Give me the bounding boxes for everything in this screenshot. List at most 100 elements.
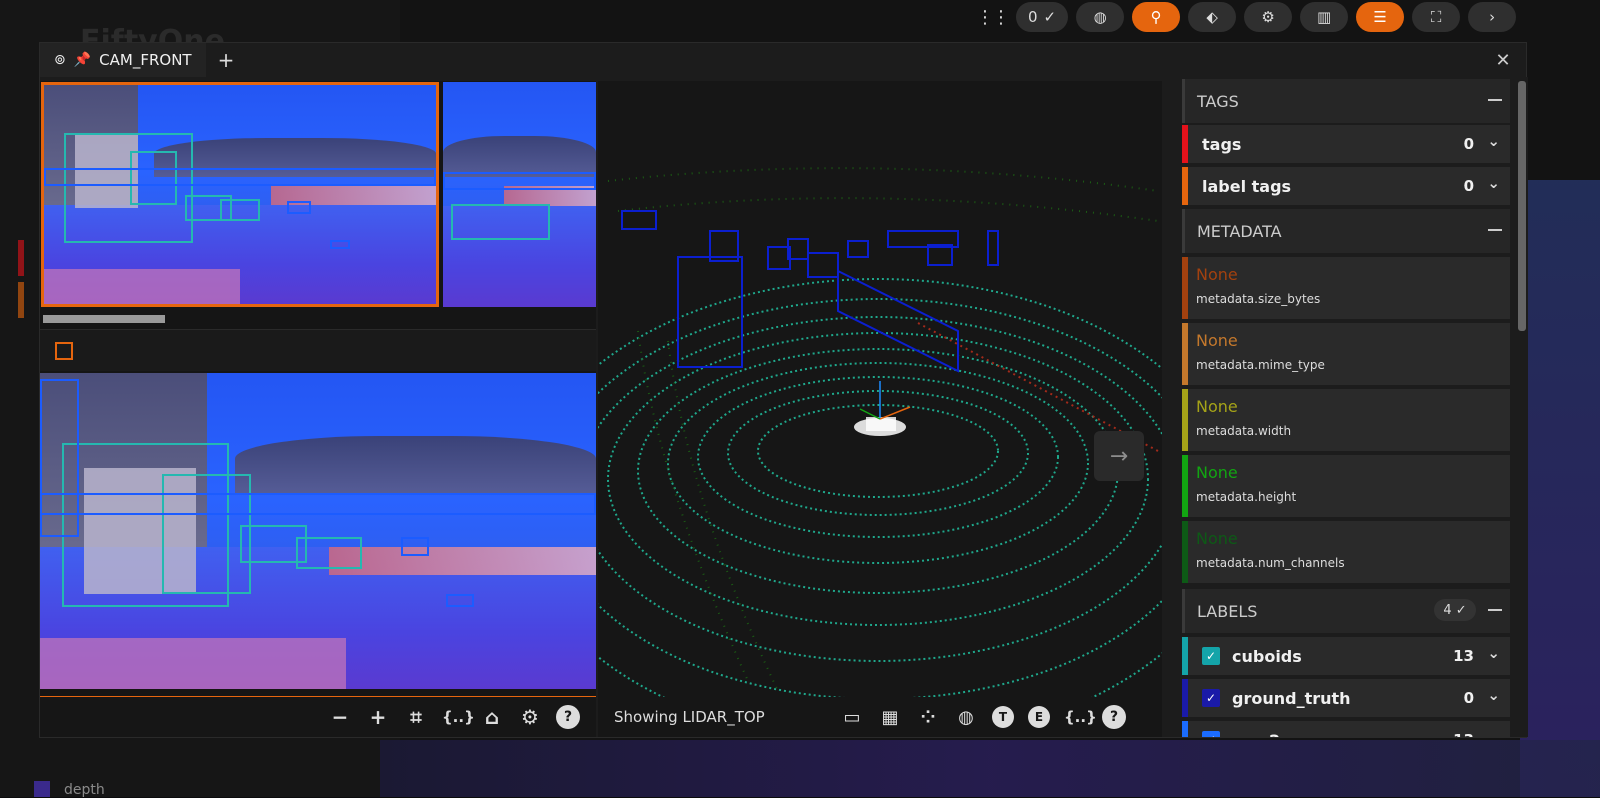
field-row-label-tags[interactable]: label tags 0 ⌄: [1182, 167, 1510, 205]
field-row-cuboids[interactable]: ✓ cuboids 13 ⌄: [1182, 637, 1510, 675]
metadata-key: metadata.mime_type: [1196, 358, 1502, 372]
field-count: 0: [1464, 689, 1474, 707]
ego-view-icon[interactable]: E: [1028, 706, 1050, 728]
lidar-3d-viewer[interactable]: →: [598, 81, 1162, 697]
field-checkbox[interactable]: ✓: [1202, 731, 1220, 737]
box-overlay[interactable]: [446, 594, 474, 607]
box-overlay[interactable]: [40, 493, 596, 515]
ego-vehicle: [854, 417, 906, 436]
chevron-down-icon[interactable]: ⌄: [1487, 644, 1500, 662]
box-overlay[interactable]: [44, 168, 436, 186]
grid-icon[interactable]: ▦: [878, 707, 902, 728]
color-scheme-button[interactable]: ◍: [1076, 2, 1124, 32]
box-overlay[interactable]: [287, 201, 311, 214]
chevron-down-icon[interactable]: ⌄: [1487, 132, 1500, 150]
field-label: label tags: [1202, 177, 1291, 196]
cuboid-overlay[interactable]: [451, 204, 550, 240]
tag-button[interactable]: ⬖: [1188, 2, 1236, 32]
field-label: tags: [1202, 135, 1241, 154]
box-overlay[interactable]: [40, 379, 79, 537]
metadata-key: metadata.height: [1196, 490, 1502, 504]
sidebar-scrollbar[interactable]: [1518, 81, 1526, 331]
close-icon[interactable]: ✕: [1488, 43, 1518, 77]
add-tab-button[interactable]: +: [218, 48, 235, 72]
select-sample-checkbox[interactable]: [55, 342, 73, 360]
field-checkbox[interactable]: ✓: [1202, 689, 1220, 707]
search-icon: ⚲: [1151, 8, 1162, 26]
labels-group-header[interactable]: LABELS 4 ✓: [1182, 589, 1510, 633]
labels-selected-count[interactable]: 4 ✓: [1434, 599, 1476, 621]
zoom-out-icon[interactable]: −: [328, 705, 352, 729]
selected-count-button[interactable]: 0 ✓: [1016, 2, 1068, 32]
metadata-mime-type[interactable]: None metadata.mime_type: [1182, 323, 1510, 385]
tab-label: CAM_FRONT: [99, 51, 191, 69]
background-tag-stripe: [18, 240, 24, 276]
chevron-down-icon[interactable]: ⌄: [1487, 174, 1500, 192]
group-title: TAGS: [1197, 92, 1239, 111]
metadata-value: None: [1196, 397, 1502, 416]
metadata-value: None: [1196, 529, 1502, 548]
screen-icon[interactable]: ▭: [840, 707, 864, 728]
metadata-group-header[interactable]: METADATA: [1182, 209, 1510, 253]
grip-icon[interactable]: ⋮⋮: [976, 2, 1008, 32]
fullscreen-button[interactable]: ⛶: [1412, 2, 1460, 32]
camera-thumbnail-active[interactable]: [41, 82, 439, 307]
metadata-key: metadata.size_bytes: [1196, 292, 1502, 306]
lidar-toolbar: Showing LIDAR_TOP ▭ ▦ ⁘ ◍ T E {..} ?: [598, 697, 1162, 737]
zoom-in-icon[interactable]: +: [366, 705, 390, 729]
pin-icon[interactable]: 📌: [74, 52, 91, 68]
palette-icon[interactable]: ◍: [954, 707, 978, 728]
sidebar-toggle-button[interactable]: ☰: [1356, 2, 1404, 32]
cuboid-overlay[interactable]: [220, 199, 259, 221]
metadata-value: None: [1196, 331, 1502, 350]
metadata-size-bytes[interactable]: None metadata.size_bytes: [1182, 257, 1510, 319]
camera-thumbnail[interactable]: [443, 82, 596, 307]
camera-image: [443, 82, 596, 307]
help-icon[interactable]: ?: [1102, 705, 1126, 729]
check-icon: ✓: [1044, 8, 1057, 26]
chevron-down-icon[interactable]: ⌄: [1487, 728, 1500, 737]
help-icon[interactable]: ?: [556, 705, 580, 729]
field-row-tags[interactable]: tags 0 ⌄: [1182, 125, 1510, 163]
top-view-icon[interactable]: T: [992, 706, 1014, 728]
field-checkbox[interactable]: ✓: [1202, 647, 1220, 665]
search-button[interactable]: ⚲: [1132, 2, 1180, 32]
background-grid-strip: [380, 740, 1600, 797]
camera-image: [40, 373, 596, 689]
box-overlay[interactable]: [401, 537, 429, 556]
background-checkbox: [34, 781, 50, 797]
metadata-width[interactable]: None metadata.width: [1182, 389, 1510, 451]
camera-image-large[interactable]: [40, 373, 596, 689]
json-icon[interactable]: {..}: [1064, 708, 1088, 726]
cuboid-overlay[interactable]: [296, 537, 363, 569]
box-overlay[interactable]: [330, 240, 350, 249]
metadata-key: metadata.width: [1196, 424, 1502, 438]
collapse-icon[interactable]: [1488, 99, 1502, 101]
metadata-value: None: [1196, 463, 1502, 482]
image-toolbar: − + ⌗ {..} ⌂ ⚙ ?: [40, 697, 596, 737]
tab-cam-front[interactable]: ⊚ 📌 CAM_FRONT: [40, 43, 206, 77]
thumbnail-scrollbar[interactable]: [43, 315, 165, 323]
box-overlay[interactable]: [443, 172, 596, 190]
field-row-ground-truth[interactable]: ✓ ground_truth 0 ⌄: [1182, 679, 1510, 717]
next-sample-button[interactable]: ›: [1468, 2, 1516, 32]
chevron-right-icon: ›: [1489, 8, 1495, 26]
crop-icon[interactable]: ⌗: [404, 705, 428, 729]
group-title: LABELS: [1197, 602, 1257, 621]
layout-button[interactable]: ▥: [1300, 2, 1348, 32]
settings-button[interactable]: ⚙: [1244, 2, 1292, 32]
tags-group-header[interactable]: TAGS: [1182, 79, 1510, 123]
gear-icon[interactable]: ⚙: [518, 705, 542, 729]
chevron-down-icon[interactable]: ⌄: [1487, 686, 1500, 704]
collapse-icon[interactable]: [1488, 609, 1502, 611]
next-arrow-button[interactable]: →: [1094, 431, 1144, 481]
metadata-height[interactable]: None metadata.height: [1182, 455, 1510, 517]
field-row-cam2[interactable]: ✓ cam2 13 ⌄: [1182, 721, 1510, 737]
json-icon[interactable]: {..}: [442, 708, 466, 726]
metadata-num-channels[interactable]: None metadata.num_channels: [1182, 521, 1510, 583]
point-cloud: [598, 81, 1162, 697]
label-icon[interactable]: ⌂: [480, 705, 504, 729]
points-icon[interactable]: ⁘: [916, 707, 940, 728]
collapse-icon[interactable]: [1488, 229, 1502, 231]
lidar-tool-group: ▭ ▦ ⁘ ◍ T E {..} ?: [840, 705, 1126, 729]
